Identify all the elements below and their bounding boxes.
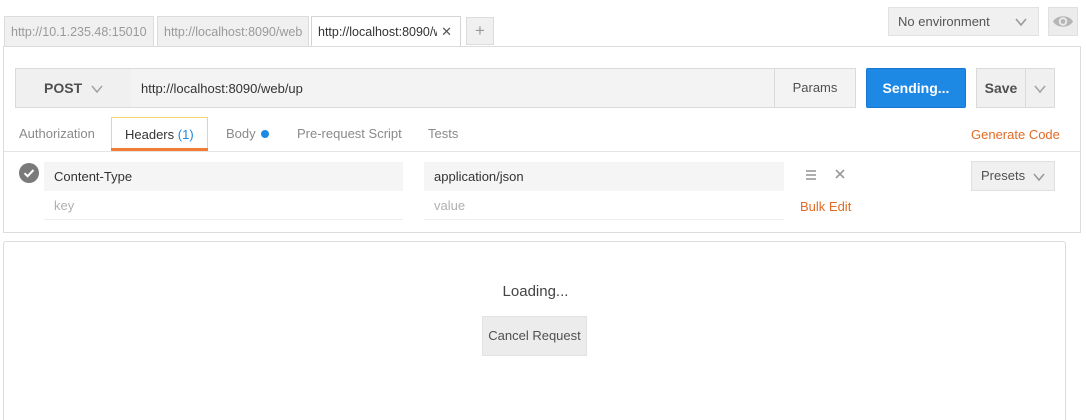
request-tab-3-label: http://localhost:8090/web/up	[318, 25, 437, 39]
presets-select[interactable]: Presets	[971, 161, 1055, 191]
method-select[interactable]: POST	[15, 68, 131, 108]
eye-icon	[1049, 16, 1077, 38]
chevron-down-icon	[1033, 80, 1047, 95]
tab-pre-request-script[interactable]: Pre-request Script	[297, 117, 402, 151]
request-tab-2[interactable]: http://localhost:8090/web	[157, 16, 309, 47]
close-icon[interactable]: ✕	[441, 17, 452, 47]
headers-count-badge: (1)	[177, 127, 194, 142]
tab-body-label: Body	[226, 126, 256, 141]
save-button[interactable]: Save	[976, 68, 1026, 108]
add-tab-button[interactable]: +	[466, 17, 494, 45]
drag-handle-icon[interactable]	[805, 160, 817, 193]
header-enabled-checkbox[interactable]	[19, 163, 39, 183]
environment-select[interactable]: No environment	[888, 7, 1039, 36]
presets-label: Presets	[981, 168, 1026, 183]
response-panel: Loading... Cancel Request	[3, 241, 1066, 420]
header-key-input[interactable]	[44, 162, 403, 191]
request-sub-tabs: Authorization Headers (1) Body Pre-reque…	[4, 117, 1080, 151]
tab-headers[interactable]: Headers (1)	[111, 117, 208, 151]
environment-quick-look-button[interactable]	[1048, 7, 1078, 36]
environment-select-value: No environment	[898, 14, 990, 29]
request-tab-1[interactable]: http://10.1.235.48:15010	[4, 16, 154, 47]
bulk-edit-link[interactable]: Bulk Edit	[800, 199, 851, 214]
tab-authorization[interactable]: Authorization	[19, 117, 95, 151]
chevron-down-icon	[90, 69, 104, 108]
chevron-down-icon	[1032, 162, 1046, 191]
header-value-input[interactable]	[424, 162, 784, 191]
params-button[interactable]: Params	[774, 68, 856, 108]
body-modified-dot-icon	[260, 130, 269, 138]
loading-text: Loading...	[502, 283, 569, 300]
method-value: POST	[44, 80, 83, 96]
request-tab-3[interactable]: http://localhost:8090/web/up ✕	[311, 16, 461, 48]
tab-tests[interactable]: Tests	[428, 117, 458, 151]
generate-code-link[interactable]: Generate Code	[971, 127, 1060, 142]
request-tab-2-label: http://localhost:8090/web	[164, 25, 302, 39]
new-header-value-input[interactable]	[424, 191, 784, 220]
tab-headers-label: Headers	[125, 127, 175, 142]
cancel-request-button[interactable]: Cancel Request	[482, 316, 587, 356]
tab-body[interactable]: Body	[226, 117, 269, 151]
delete-header-icon[interactable]	[834, 160, 846, 193]
divider	[4, 151, 1080, 152]
tab-strip: http://10.1.235.48:15010 http://localhos…	[0, 0, 1086, 48]
chevron-down-icon	[1014, 8, 1028, 36]
url-input[interactable]	[130, 68, 775, 108]
request-panel: POST Params Sending... Save Authorizatio…	[3, 46, 1081, 233]
save-options-button[interactable]	[1025, 68, 1055, 108]
new-header-key-input[interactable]	[44, 191, 403, 220]
send-button[interactable]: Sending...	[866, 68, 966, 108]
request-tab-1-label: http://10.1.235.48:15010	[11, 25, 147, 39]
